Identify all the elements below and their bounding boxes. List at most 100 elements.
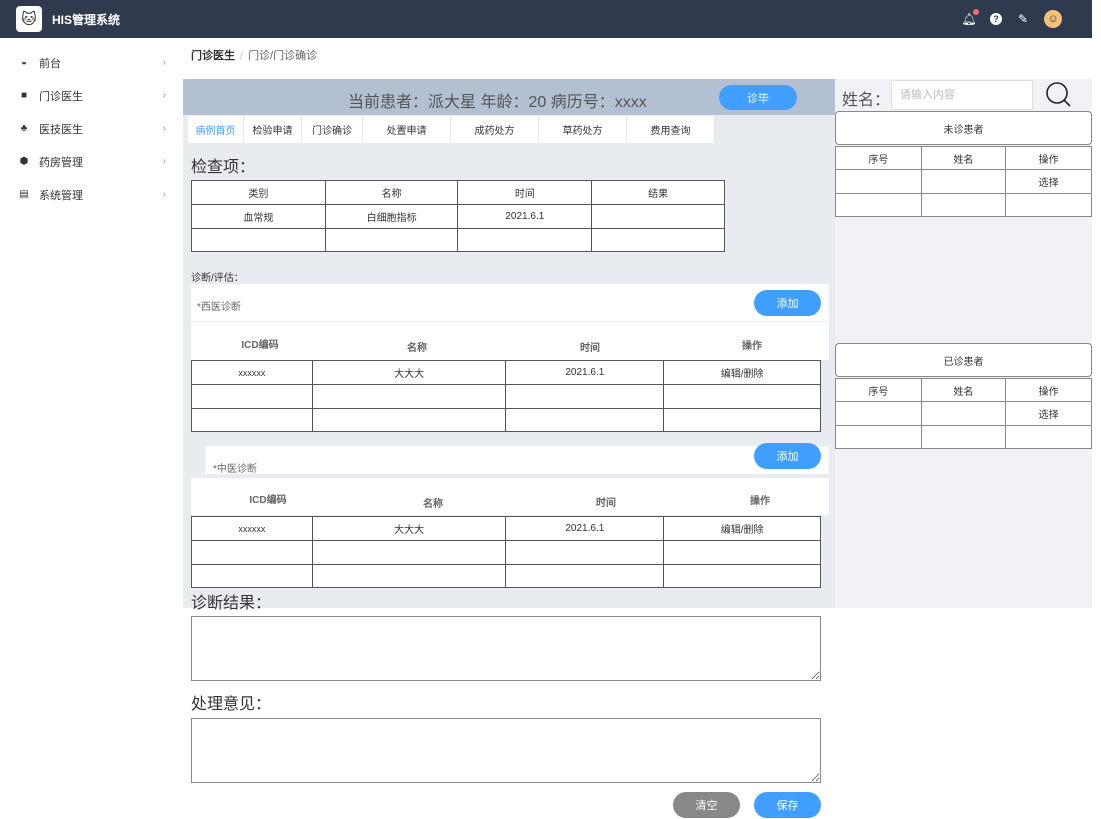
tab-fee-query[interactable]: 费用查询 [627,116,715,143]
dashboard-icon: ◒ [20,57,28,68]
top-bar: 🐱 HIS管理系统 🔔︎ ? ✎ ☺ [0,0,1092,38]
edit-delete-link[interactable]: 编辑/删除 [663,516,821,541]
save-button[interactable]: 保存 [754,792,821,818]
table-cell [835,401,922,426]
table-cell [505,384,665,409]
table-cell [505,540,665,565]
tab-bar: 病例首页 检验申请 门诊确诊 处置申请 成药处方 草药处方 费用查询 [188,116,715,143]
avatar[interactable]: ☺ [1044,10,1062,28]
select-link[interactable]: 选择 [1005,169,1092,194]
table-header: 时间 [596,498,616,509]
edit-delete-link[interactable]: 编辑/删除 [663,360,821,385]
table-cell [920,193,1007,217]
table-cell [920,169,1007,194]
tab-outpatient-confirm[interactable]: 门诊确诊 [302,116,363,143]
western-table-header: ICD编码 名称 时间 操作 [191,322,829,360]
seen-patients-table: 序号 姓名 操作 选择 [835,378,1092,449]
tab-case-home[interactable]: 病例首页 [188,116,244,143]
table-header: 序号 [835,146,922,170]
unseen-patients-title: 未诊患者 [835,111,1092,145]
select-link[interactable]: 选择 [1005,401,1092,426]
table-header: ICD编码 [249,495,287,506]
table-cell [663,564,821,588]
help-icon[interactable]: ? [990,13,1002,25]
table-cell: 大大大 [311,516,507,541]
table-header: ICD编码 [241,340,279,351]
table-cell: 白细胞指标 [324,204,459,229]
table-header: 操作 [742,341,762,352]
tab-lab-request[interactable]: 检验申请 [244,116,302,143]
table-header: 姓名 [920,146,1007,170]
table-header: 操作 [1005,146,1092,170]
table-row [191,384,821,409]
table-row: 选择 [835,401,1092,426]
diagnosis-result-textarea[interactable] [191,616,821,681]
sidebar-item-pharmacy[interactable]: ⬢ 药房管理 › [0,145,176,178]
table-cell: 大大大 [311,360,507,385]
table-cell [311,540,507,565]
table-row [191,540,821,565]
edit-icon[interactable]: ✎ [1016,12,1030,26]
table-header: 姓名 [920,378,1007,402]
table-cell [191,408,313,432]
table-header: 时间 [580,343,600,354]
sidebar-item-label: 药房管理 [39,156,83,169]
search-label: 姓名： [842,92,891,109]
sidebar-item-frontdesk[interactable]: ◒ 前台 › [0,46,176,79]
finish-button[interactable]: 诊毕 [719,85,797,110]
tab-herbal-rx[interactable]: 草药处方 [539,116,627,143]
seen-patients-title: 已诊患者 [835,343,1092,377]
diagnosis-result-label: 诊断结果： [191,595,272,612]
bell-icon[interactable]: 🔔︎ [961,9,979,26]
checks-title: 检查项： [191,159,256,176]
sidebar-item-outpatient-doctor[interactable]: ■ 门诊医生 › [0,79,176,112]
add-chinese-button[interactable]: 添加 [754,443,821,469]
table-cell [920,425,1007,449]
table-row [191,408,821,432]
advice-textarea[interactable] [191,718,821,783]
table-row: xxxxxx 大大大 2021.6.1 编辑/删除 [191,516,821,541]
table-cell: xxxxxx [191,360,313,385]
table-row: xxxxxx 大大大 2021.6.1 编辑/删除 [191,360,821,385]
table-cell: 2021.6.1 [505,360,665,385]
table-cell [1005,193,1092,217]
add-western-button[interactable]: 添加 [754,290,821,316]
table-cell [663,408,821,432]
document-icon: ▤ [19,189,29,200]
table-cell [835,193,922,217]
chinese-diagnosis-table: xxxxxx 大大大 2021.6.1 编辑/删除 [191,516,821,588]
clear-button[interactable]: 清空 [673,792,740,818]
patient-bar: 当前患者：派大星 年龄：20 病历号：xxxx 诊毕 [183,79,835,115]
table-header: 结果 [591,180,725,205]
search-input[interactable] [891,80,1033,110]
sidebar-item-medtech-doctor[interactable]: ♣ 医技医生 › [0,112,176,145]
advice-label: 处理意见： [191,696,272,713]
search-icon[interactable] [1045,81,1071,107]
tab-medicine-rx[interactable]: 成药处方 [451,116,539,143]
table-cell [191,384,313,409]
table-row [835,193,1092,217]
western-diagnosis-table: xxxxxx 大大大 2021.6.1 编辑/删除 [191,360,821,432]
sidebar-item-label: 前台 [39,57,61,70]
tab-treatment-request[interactable]: 处置申请 [363,116,451,143]
box-icon: ⬢ [19,156,29,167]
breadcrumb-root[interactable]: 门诊医生 [191,50,235,62]
table-header: 名称 [324,180,459,205]
chinese-diagnosis-label: *中医诊断 [213,464,257,475]
table-row [191,564,821,588]
table-header: 名称 [407,343,427,354]
table-header: 名称 [423,499,443,510]
sidebar-item-system[interactable]: ▤ 系统管理 › [0,178,176,211]
patient-info: 当前患者：派大星 年龄：20 病历号：xxxx [348,94,647,111]
table-header: 操作 [1005,378,1092,402]
checks-table: 类别 名称 时间 结果 血常规 白细胞指标 2021.6.1 [191,180,725,252]
table-cell [311,384,507,409]
table-header: 序号 [835,378,922,402]
table-header: 操作 [750,496,770,507]
table-cell [591,228,725,252]
table-row [191,228,725,252]
table-cell [457,228,593,252]
sidebar-item-label: 系统管理 [39,189,83,202]
chevron-right-icon: › [162,156,166,167]
table-cell [191,564,313,588]
